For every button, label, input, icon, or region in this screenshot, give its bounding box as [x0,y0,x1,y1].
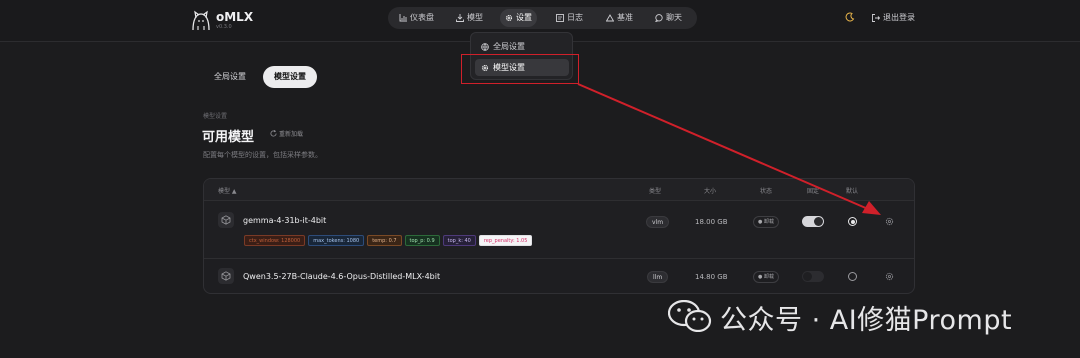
nav-item-dashboard[interactable]: 仪表盘 [394,9,439,27]
app-logo[interactable]: oMLX v0.3.0 [190,8,254,34]
model-size: 14.80 GB [695,273,728,281]
model-name: gemma-4-31b-it-4bit [243,216,327,225]
refresh-icon [270,129,277,137]
tab-global-settings[interactable]: 全局设置 [203,66,257,88]
column-header-default: 默认 [846,188,859,195]
settings-tabs: 全局设置 模型设置 [203,66,323,88]
column-header-status: 状态 [760,188,773,195]
nav-item-benchmark[interactable]: 基准 [601,9,638,27]
pin-toggle[interactable] [802,216,824,227]
pin-toggle[interactable] [802,271,824,282]
table-header: 模型 ▲ 类型 大小 状态 固定 默认 [204,179,914,201]
app-name: oMLX [216,10,254,24]
download-icon [456,14,464,22]
moon-icon[interactable] [845,12,855,22]
chart-icon [399,14,407,22]
reload-label: 重新加载 [279,131,304,138]
param-chip-rep-penalty: rep_penalty: 1.05 [478,235,533,246]
main-nav: 仪表盘 模型 设置 日志 基准 聊天 [388,7,697,29]
models-table: 模型 ▲ 类型 大小 状态 固定 默认 gemma-4-31b-it-4bit … [203,178,915,294]
status-badge: ● 卸载 [753,216,779,228]
logout-icon [872,14,881,22]
nav-label: 模型 [467,13,483,22]
globe-icon [481,43,489,51]
table-row[interactable]: Qwen3.5-27B-Claude-4.6-Opus-Distilled-ML… [204,259,914,293]
wechat-icon [668,300,712,332]
type-badge: vlm [646,216,670,228]
model-cube-icon [218,212,234,228]
nav-label: 聊天 [666,13,682,22]
chat-icon [655,14,663,23]
gear-icon [505,14,513,22]
dropdown-item-global-settings[interactable]: 全局设置 [475,38,569,55]
log-icon [556,14,564,22]
param-chip-temp: temp: 0.7 [367,235,402,246]
param-chip-top-k: top_k: 40 [442,235,476,246]
model-size: 18.00 GB [695,218,728,226]
nav-item-settings[interactable]: 设置 [500,9,537,27]
param-chip-top-p: top_p: 0.9 [404,235,440,246]
watermark-text: 公众号 · AI修猫Prompt [720,305,1013,336]
page-title: 可用模型 [202,130,255,145]
cat-logo-icon [192,10,210,31]
watermark: 公众号 · AI修猫Prompt [668,298,1058,336]
status-badge: ● 卸载 [753,271,779,283]
reload-button[interactable]: 重新加载 [270,129,303,138]
param-chip-max-tokens: max_tokens: 1080 [308,235,365,246]
nav-item-chat[interactable]: 聊天 [650,9,687,27]
default-radio[interactable] [848,272,857,281]
column-header-model[interactable]: 模型 ▲ [218,186,237,195]
default-radio[interactable] [848,217,857,226]
logout-label: 退出登录 [883,13,915,22]
dropdown-label: 全局设置 [493,42,525,51]
nav-label: 仪表盘 [410,13,434,22]
nav-item-models[interactable]: 模型 [451,9,488,27]
param-chip-ctx-window: ctx_window: 128000 [244,235,306,246]
type-badge: llm [647,271,669,283]
gear-icon[interactable] [885,272,894,281]
column-header-size: 大小 [704,188,717,195]
column-header-type: 类型 [649,188,662,195]
section-description: 配置每个模型的设置，包括采样参数。 [203,151,322,159]
nav-label: 日志 [567,13,583,22]
logout-button[interactable]: 退出登录 [872,12,915,23]
model-name: Qwen3.5-27B-Claude-4.6-Opus-Distilled-ML… [243,272,441,281]
benchmark-icon [605,14,615,22]
nav-label: 设置 [516,13,532,22]
nav-label: 基准 [617,13,633,22]
gear-icon[interactable] [885,217,894,226]
nav-item-logs[interactable]: 日志 [551,9,588,27]
tab-model-settings[interactable]: 模型设置 [263,66,317,88]
model-cube-icon [218,268,234,284]
section-breadcrumb: 模型设置 [203,113,228,120]
app-version: v0.3.0 [216,24,232,30]
annotation-highlight-box [461,54,579,84]
table-row[interactable]: gemma-4-31b-it-4bit ctx_window: 128000 ma… [204,201,914,259]
column-header-pin: 固定 [807,188,820,195]
sampling-params: ctx_window: 128000 max_tokens: 1080 temp: … [244,235,535,247]
